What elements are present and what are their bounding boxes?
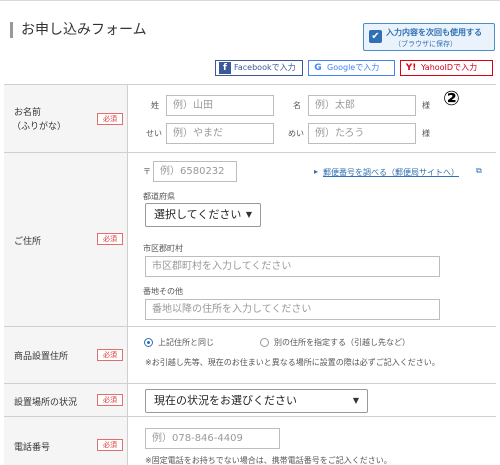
checkmark-icon: ✔: [369, 30, 382, 43]
phone-label-cell: 電話番号 必須: [4, 417, 128, 465]
install-address-row: 商品設置住所 必須 上記住所と同じ 別の住所を指定する（引越し先など） ※お引越…: [4, 327, 496, 384]
mei-kana-label: めい: [288, 129, 304, 138]
sama-label: 様: [422, 101, 430, 110]
install-note: ※お引越し先等、現在のお住まいと異なる場所に設置の際は必ずご記入ください。: [145, 358, 440, 367]
chevron-down-icon: ▼: [245, 210, 252, 219]
yahoo-icon: Y!: [405, 63, 417, 73]
google-icon: G: [314, 63, 322, 73]
prefecture-select[interactable]: 選択してください ▼: [145, 203, 261, 227]
facebook-icon: f: [219, 62, 231, 74]
phone-note: ※固定電話をお持ちでない場合は、携帯電話番号をご記入ください。: [145, 456, 392, 465]
install-address-label: 商品設置住所: [14, 352, 69, 362]
other-address-radio[interactable]: [260, 338, 269, 347]
sei-kana-input[interactable]: 例）やまだ: [166, 123, 274, 144]
google-login-button[interactable]: G Googleで入力: [308, 60, 395, 76]
name-row: お名前 （ふりがな） 必須 姓 例）山田 名 例）太郎 様 せい 例）やまだ め…: [4, 85, 496, 153]
install-address-label-cell: 商品設置住所 必須: [4, 327, 128, 383]
mei-kana-input[interactable]: 例）たろう: [308, 123, 416, 144]
external-link-icon: ⧉: [476, 166, 482, 175]
top-divider: [0, 0, 500, 4]
zip-input[interactable]: 例）6580232: [153, 161, 237, 182]
street-label: 番地その他: [143, 287, 183, 296]
zip-lookup-link[interactable]: 郵便番号を調べる（郵便局サイトへ）: [323, 167, 459, 178]
facebook-login-button[interactable]: f Facebookで入力: [215, 60, 303, 76]
required-badge: 必須: [97, 113, 123, 125]
address-label-cell: ご住所 必須: [4, 153, 128, 326]
required-badge: 必須: [97, 233, 123, 245]
install-status-row: 設置場所の状況 必須 現在の状況をお選びください ▼: [4, 384, 496, 417]
annotation-marker: ②: [443, 86, 460, 110]
required-badge: 必須: [97, 439, 123, 451]
page-title: お申し込みフォーム: [10, 22, 147, 38]
remember-sublabel: （ブラウザに保存）: [394, 40, 457, 48]
remember-input-checkbox[interactable]: ✔ 入力内容を次回も使用する （ブラウザに保存）: [363, 23, 495, 51]
street-input[interactable]: 番地以降の住所を入力してください: [145, 299, 440, 320]
sei-kana-label: せい: [146, 129, 162, 138]
required-badge: 必須: [97, 394, 123, 406]
name-label: お名前: [14, 108, 42, 118]
link-arrow-icon: ▸: [314, 167, 319, 176]
phone-input[interactable]: 例）078-846-4409: [145, 428, 280, 449]
name-kana-label: （ふりがな）: [12, 122, 67, 132]
zip-mark: 〒: [143, 167, 151, 176]
prefecture-label: 都道府県: [143, 192, 175, 201]
sama-label: 様: [422, 129, 430, 138]
chevron-down-icon: ▼: [352, 396, 359, 405]
name-label-cell: お名前 （ふりがな） 必須: [4, 85, 128, 152]
sei-label: 姓: [151, 101, 159, 110]
mei-label: 名: [293, 101, 301, 110]
required-badge: 必須: [97, 349, 123, 361]
phone-row: 電話番号 必須 例）078-846-4409 ※固定電話をお持ちでない場合は、携…: [4, 417, 496, 465]
mei-input[interactable]: 例）太郎: [308, 95, 416, 116]
city-label: 市区郡町村: [143, 244, 183, 253]
yahoo-login-button[interactable]: Y! YahooIDで入力: [400, 60, 493, 76]
address-label: ご住所: [14, 237, 42, 247]
remember-label: 入力内容を次回も使用する: [386, 28, 482, 37]
install-status-label-cell: 設置場所の状況 必須: [4, 384, 128, 416]
same-address-label: 上記住所と同じ: [158, 338, 214, 347]
address-row: ご住所 必須 〒 例）6580232 ▸ 郵便番号を調べる（郵便局サイトへ） ⧉…: [4, 153, 496, 327]
install-status-select[interactable]: 現在の状況をお選びください ▼: [145, 389, 368, 413]
sei-input[interactable]: 例）山田: [166, 95, 274, 116]
install-status-label: 設置場所の状況: [14, 398, 78, 408]
city-input[interactable]: 市区郡町村を入力してください: [145, 256, 440, 277]
other-address-label: 別の住所を指定する（引越し先など）: [274, 338, 410, 347]
phone-label: 電話番号: [14, 443, 51, 453]
same-address-radio[interactable]: [144, 338, 153, 347]
application-form: お名前 （ふりがな） 必須 姓 例）山田 名 例）太郎 様 せい 例）やまだ め…: [4, 84, 496, 465]
